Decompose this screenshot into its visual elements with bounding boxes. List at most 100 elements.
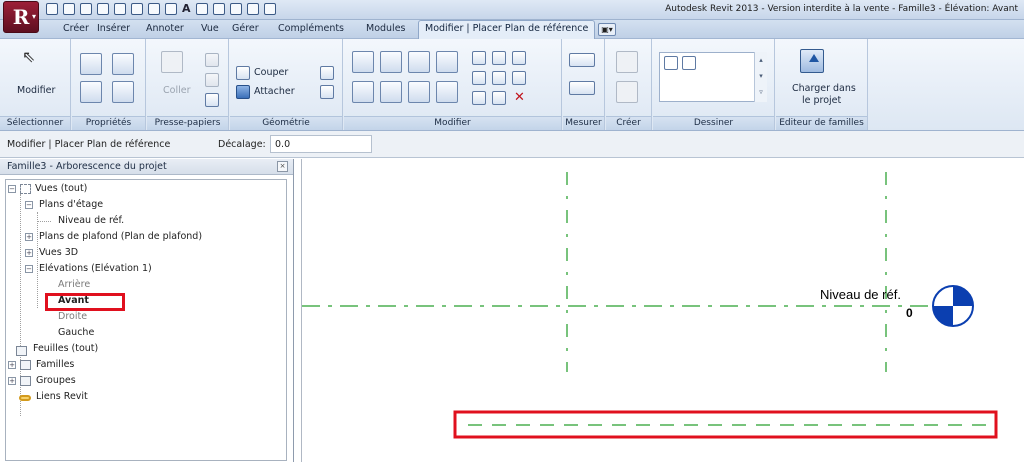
expand-icon[interactable]: + bbox=[25, 233, 33, 241]
copy-icon[interactable] bbox=[205, 73, 219, 87]
panel-title-modifier[interactable]: Modifier bbox=[344, 116, 561, 130]
tree-item-right[interactable]: Droite bbox=[58, 311, 87, 322]
tree-item-elevations[interactable]: Elévations (Elévation 1) bbox=[39, 263, 152, 274]
section-icon[interactable] bbox=[213, 3, 225, 15]
ribbon-minimize-button[interactable]: ▣▾ bbox=[598, 23, 616, 36]
tab-creer[interactable]: Créer bbox=[63, 23, 89, 34]
pin-icon[interactable] bbox=[512, 71, 526, 85]
panel-title-presse-papiers[interactable]: Presse-papiers bbox=[147, 116, 228, 130]
offset-icon[interactable] bbox=[380, 51, 402, 73]
expand-icon[interactable]: + bbox=[8, 377, 16, 385]
join-geometry-icon[interactable] bbox=[236, 85, 250, 99]
family-types-icon[interactable] bbox=[80, 81, 102, 103]
collapse-icon[interactable]: − bbox=[8, 185, 16, 193]
measure-distance-icon[interactable] bbox=[569, 53, 595, 67]
tree-item-ceiling-plans[interactable]: Plans de plafond (Plan de plafond) bbox=[39, 231, 202, 242]
redo-icon[interactable] bbox=[114, 3, 126, 15]
tree-item-left[interactable]: Gauche bbox=[58, 327, 94, 338]
level-elevation-value[interactable]: 0 bbox=[906, 306, 913, 320]
panel-title-geometrie[interactable]: Géométrie bbox=[230, 116, 342, 130]
properties-icon[interactable] bbox=[80, 53, 102, 75]
expand-icon[interactable]: + bbox=[8, 361, 16, 369]
tag-icon[interactable] bbox=[165, 3, 177, 15]
tree-item-3d-views[interactable]: Vues 3D bbox=[39, 247, 78, 258]
split-element-icon[interactable] bbox=[472, 51, 486, 65]
create-similar-icon[interactable] bbox=[616, 81, 638, 103]
tree-item-ref-level[interactable]: Niveau de réf. bbox=[58, 215, 124, 226]
tree-item-groups[interactable]: Groupes bbox=[36, 375, 76, 386]
expand-icon[interactable]: + bbox=[25, 249, 33, 257]
array-icon[interactable] bbox=[472, 71, 486, 85]
split-face-icon[interactable] bbox=[320, 66, 334, 80]
tab-vue[interactable]: Vue bbox=[201, 23, 219, 34]
collapse-icon[interactable]: − bbox=[25, 265, 33, 273]
draw-gallery-scroll[interactable]: ▴ ▾ ▿ bbox=[754, 52, 767, 102]
level-name-label[interactable]: Niveau de réf. bbox=[820, 287, 901, 302]
family-category-icon[interactable] bbox=[112, 81, 134, 103]
copy-element-icon[interactable] bbox=[380, 81, 402, 103]
delete-icon[interactable]: ✕ bbox=[514, 90, 525, 105]
load-into-project-label-2[interactable]: le projet bbox=[802, 95, 841, 106]
panel-title-dessiner[interactable]: Dessiner bbox=[653, 116, 774, 130]
application-menu-button[interactable]: R ▾ bbox=[3, 1, 39, 33]
tab-gerer[interactable]: Gérer bbox=[232, 23, 259, 34]
tree-item-views[interactable]: Vues (tout) bbox=[35, 183, 87, 194]
panel-title-proprietes[interactable]: Propriétés bbox=[72, 116, 145, 130]
trim-multiple-icon[interactable] bbox=[492, 91, 506, 105]
cursor-icon[interactable]: ⇖ bbox=[22, 47, 35, 66]
tree-item-families[interactable]: Familles bbox=[36, 359, 74, 370]
panel-title-mesurer[interactable]: Mesurer bbox=[563, 116, 604, 130]
save-icon[interactable] bbox=[63, 3, 75, 15]
tab-modules[interactable]: Modules bbox=[366, 23, 406, 34]
unpin-icon[interactable] bbox=[512, 51, 526, 65]
switch-windows-icon[interactable] bbox=[264, 3, 276, 15]
load-into-project-label-1[interactable]: Charger dans bbox=[792, 83, 856, 94]
tree-item-sheets[interactable]: Feuilles (tout) bbox=[33, 343, 98, 354]
type-properties-icon[interactable] bbox=[112, 53, 134, 75]
measure-icon[interactable] bbox=[131, 3, 143, 15]
modify-button[interactable]: Modifier bbox=[17, 85, 55, 96]
panel-title-selectionner[interactable]: Sélectionner bbox=[0, 116, 70, 130]
pick-lines-icon[interactable] bbox=[682, 56, 696, 70]
join-button[interactable]: Attacher bbox=[254, 86, 295, 97]
cut-button[interactable]: Couper bbox=[254, 67, 288, 78]
collapse-icon[interactable]: − bbox=[25, 201, 33, 209]
mirror-axis-icon[interactable] bbox=[408, 51, 430, 73]
wall-joins-icon[interactable] bbox=[320, 85, 334, 99]
paste-button[interactable]: Coller bbox=[163, 85, 190, 96]
load-into-project-icon[interactable] bbox=[800, 49, 824, 73]
trim-icon[interactable] bbox=[436, 81, 458, 103]
sync-icon[interactable] bbox=[80, 3, 92, 15]
scale-icon[interactable] bbox=[492, 71, 506, 85]
tree-item-back[interactable]: Arrière bbox=[58, 279, 90, 290]
dimension-icon[interactable] bbox=[148, 3, 160, 15]
dimension-aligned-icon[interactable] bbox=[569, 81, 595, 95]
line-draw-icon[interactable] bbox=[664, 56, 678, 70]
cut-clip-icon[interactable] bbox=[205, 53, 219, 67]
3d-view-icon[interactable] bbox=[196, 3, 208, 15]
tree-item-floor-plans[interactable]: Plans d'étage bbox=[39, 199, 103, 210]
match-type-icon[interactable] bbox=[205, 93, 219, 107]
undo-icon[interactable] bbox=[97, 3, 109, 15]
paste-icon[interactable] bbox=[161, 51, 183, 73]
offset-field[interactable]: 0.0 bbox=[270, 135, 372, 153]
open-icon[interactable] bbox=[46, 3, 58, 15]
thin-lines-icon[interactable] bbox=[230, 3, 242, 15]
text-icon[interactable]: A bbox=[182, 3, 191, 15]
panel-title-creer[interactable]: Créer bbox=[606, 116, 651, 130]
move-icon[interactable] bbox=[352, 81, 374, 103]
tab-annoter[interactable]: Annoter bbox=[146, 23, 184, 34]
create-group-icon[interactable] bbox=[616, 51, 638, 73]
align-icon[interactable] bbox=[352, 51, 374, 73]
draw-gallery[interactable] bbox=[659, 52, 767, 102]
tab-complements[interactable]: Compléments bbox=[278, 23, 344, 34]
trim-single-icon[interactable] bbox=[472, 91, 486, 105]
drawing-area[interactable] bbox=[301, 159, 1024, 462]
mirror-draw-icon[interactable] bbox=[436, 51, 458, 73]
panel-title-editeur[interactable]: Editeur de familles bbox=[776, 116, 867, 130]
split-gap-icon[interactable] bbox=[492, 51, 506, 65]
rotate-icon[interactable] bbox=[408, 81, 430, 103]
tree-item-revit-links[interactable]: Liens Revit bbox=[36, 391, 88, 402]
close-icon[interactable]: × bbox=[277, 161, 288, 172]
close-windows-icon[interactable] bbox=[247, 3, 259, 15]
